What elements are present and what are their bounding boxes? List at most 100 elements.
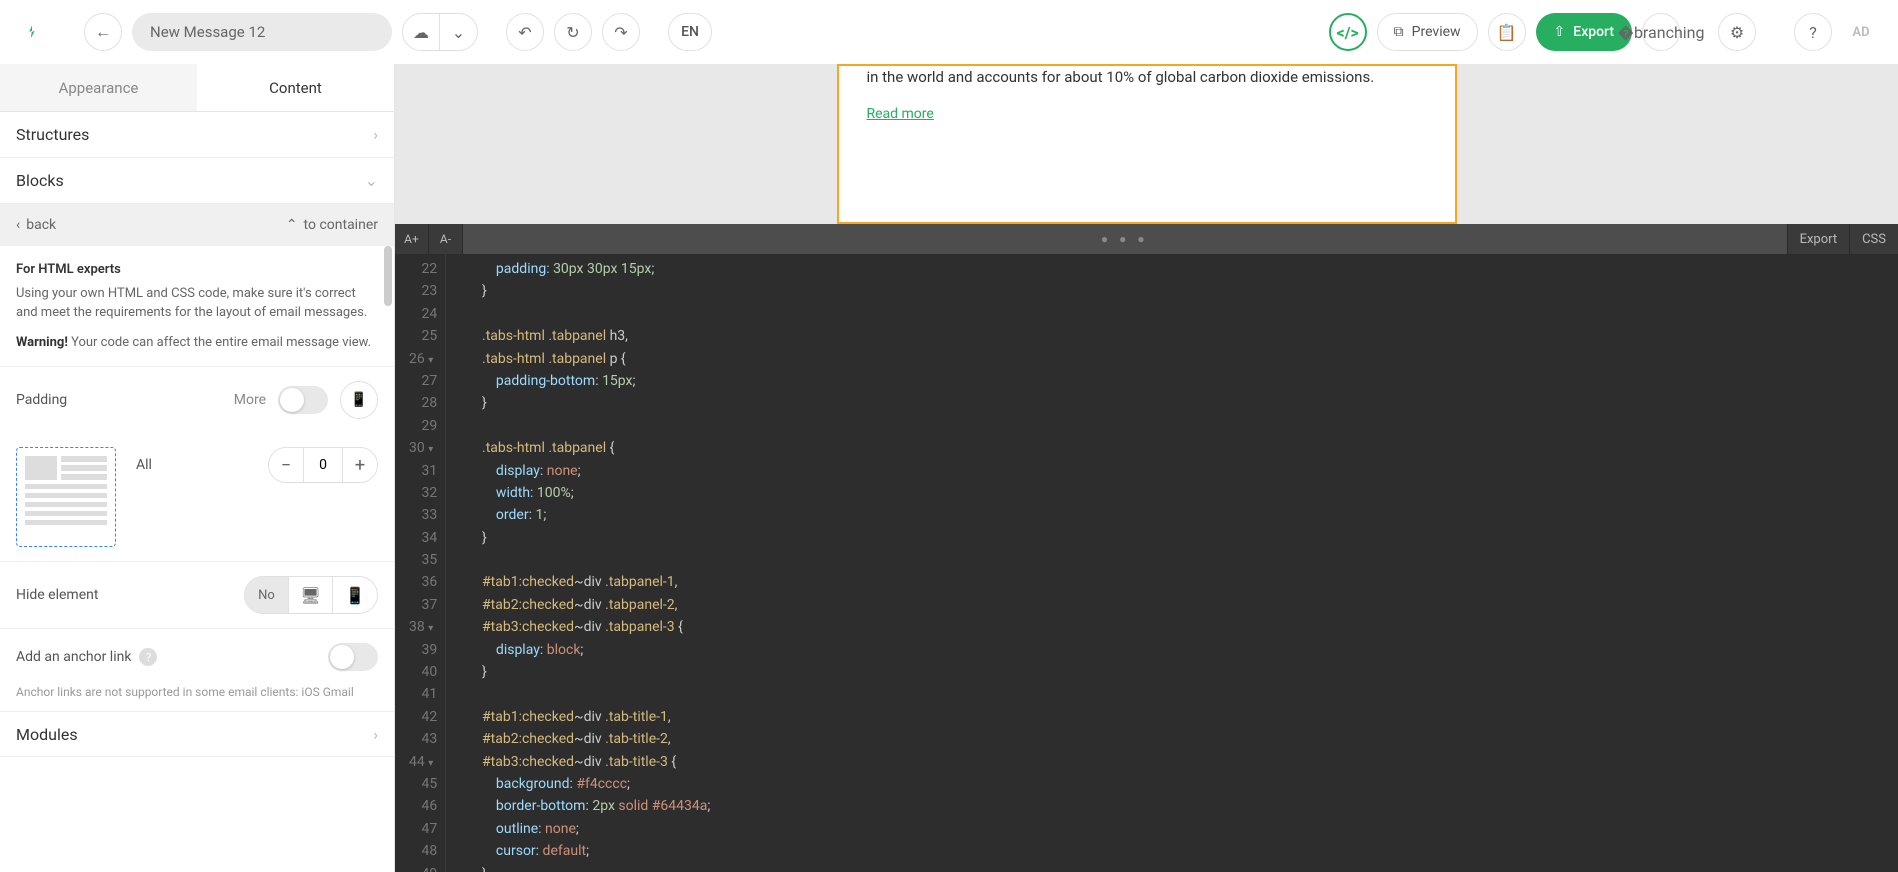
anchor-toggle[interactable] — [328, 643, 378, 671]
chevron-right-icon: › — [373, 125, 378, 144]
hide-desktop-button[interactable]: 🖥 — [289, 577, 333, 613]
ad-badge: AD — [1842, 13, 1880, 51]
language-button[interactable]: EN — [668, 13, 712, 51]
all-label: All — [136, 457, 152, 473]
redo-button[interactable]: ↷ — [602, 13, 640, 51]
font-decrease-button[interactable]: A- — [429, 224, 463, 254]
back-button[interactable]: ← — [84, 13, 122, 51]
export-label: Export — [1573, 24, 1614, 40]
blocks-label: Blocks — [16, 171, 64, 190]
export-icon: ⇧ — [1554, 24, 1566, 40]
line-gutter: 2223242526 ▾27282930 ▾3132333435363738 ▾… — [395, 254, 446, 872]
nav-back[interactable]: ‹ back — [16, 217, 56, 233]
hide-no-button[interactable]: No — [245, 577, 289, 613]
section-structures[interactable]: Structures › — [0, 112, 394, 158]
layout-preview — [16, 447, 116, 547]
nav-to-container[interactable]: ⌃ to container — [286, 217, 378, 233]
section-modules[interactable]: Modules › — [0, 711, 394, 757]
code-icon: </> — [1336, 23, 1358, 42]
more-label: More — [234, 392, 266, 408]
breadcrumb-nav: ‹ back ⌃ to container — [0, 204, 394, 246]
chevron-left-icon: ‹ — [16, 217, 20, 233]
read-more-link[interactable]: Read more — [867, 106, 934, 122]
back-label: back — [26, 217, 56, 233]
cloud-upload-button[interactable]: ☁ — [402, 13, 440, 51]
info-title: For HTML experts — [16, 260, 378, 280]
help-tooltip-icon[interactable]: ? — [139, 648, 157, 666]
modules-label: Modules — [16, 725, 78, 744]
warning-label: Warning! — [16, 335, 68, 350]
preview-label: Preview — [1412, 24, 1461, 40]
info-warning: Warning! Your code can affect the entire… — [16, 333, 378, 353]
editor-tab-css[interactable]: CSS — [1849, 224, 1898, 254]
tab-content[interactable]: Content — [197, 64, 394, 111]
share-button[interactable]: �branching — [1642, 13, 1680, 51]
cloud-group: ☁ ⌄ — [402, 13, 478, 51]
main-toolbar: ← ☁ ⌄ ↶ ↻ ↷ EN </> ⧉ Preview 📋 ⇧ Export … — [0, 0, 1898, 64]
help-icon: ? — [1809, 23, 1817, 42]
padding-label: Padding — [16, 392, 67, 408]
preview-button[interactable]: ⧉ Preview — [1377, 13, 1478, 51]
sidebar: Appearance Content Structures › Blocks ⌄… — [0, 64, 395, 872]
cloud-upload-icon: ☁ — [413, 23, 429, 42]
info-body: Using your own HTML and CSS code, make s… — [16, 284, 378, 323]
structures-label: Structures — [16, 125, 89, 144]
desktop-icon: 🖥 — [300, 586, 320, 605]
mobile-icon: 📱 — [350, 392, 367, 408]
padding-panel: All − + — [0, 433, 394, 562]
warning-text: Your code can affect the entire email me… — [68, 335, 371, 350]
chevron-down-icon: ⌄ — [365, 171, 378, 190]
devices-icon: ⧉ — [1394, 24, 1404, 40]
stepper-minus[interactable]: − — [269, 448, 303, 482]
cloud-dropdown-button[interactable]: ⌄ — [440, 13, 478, 51]
app-logo — [18, 18, 46, 46]
clipboard-icon: 📋 — [1497, 23, 1517, 42]
email-body-text: in the world and accounts for about 10% … — [867, 66, 1427, 89]
code-view-button[interactable]: </> — [1329, 13, 1367, 51]
anchor-row: Add an anchor link ? — [0, 629, 394, 685]
message-title-input[interactable] — [132, 13, 392, 51]
code-editor[interactable]: 2223242526 ▾27282930 ▾3132333435363738 ▾… — [395, 254, 1898, 872]
redo-icon: ↷ — [614, 23, 627, 42]
tab-appearance[interactable]: Appearance — [0, 64, 197, 111]
content-area: in the world and accounts for about 10% … — [395, 64, 1898, 872]
anchor-label: Add an anchor link — [16, 649, 131, 665]
share-icon: �branching — [1618, 23, 1705, 42]
code-content[interactable]: padding: 30px 30px 15px; } .tabs-html .t… — [446, 254, 1898, 872]
hide-mobile-button[interactable]: 📱 — [333, 577, 377, 613]
help-button[interactable]: ? — [1794, 13, 1832, 51]
mobile-icon: 📱 — [345, 586, 365, 605]
hide-label: Hide element — [16, 587, 98, 603]
sidebar-scrollbar[interactable] — [384, 246, 392, 306]
editor-drag-handle[interactable]: ● ● ● — [463, 232, 1787, 246]
history-icon: ↻ — [566, 23, 579, 42]
chevron-down-icon: ⌄ — [452, 23, 465, 42]
settings-button[interactable]: ⚙ — [1718, 13, 1756, 51]
gear-icon: ⚙ — [1730, 23, 1744, 42]
chevron-right-icon: › — [373, 725, 378, 744]
hide-element-row: Hide element No 🖥 📱 — [0, 562, 394, 629]
clipboard-button[interactable]: 📋 — [1488, 13, 1526, 51]
stepper-plus[interactable]: + — [343, 448, 377, 482]
undo-icon: ↶ — [518, 23, 531, 42]
to-container-label: to container — [304, 217, 378, 233]
section-blocks[interactable]: Blocks ⌄ — [0, 158, 394, 204]
padding-header: Padding More 📱 — [0, 367, 394, 433]
arrow-left-icon: ← — [95, 22, 111, 42]
hide-controls: No 🖥 📱 — [244, 576, 378, 614]
anchor-note: Anchor links are not supported in some e… — [0, 685, 394, 711]
padding-mobile-button[interactable]: 📱 — [340, 381, 378, 419]
sidebar-tabs: Appearance Content — [0, 64, 394, 112]
email-card[interactable]: in the world and accounts for about 10% … — [837, 64, 1457, 224]
undo-button[interactable]: ↶ — [506, 13, 544, 51]
padding-more-toggle[interactable] — [278, 386, 328, 414]
stepper-value[interactable] — [303, 448, 343, 482]
editor-toolbar: A+ A- ● ● ● Export CSS — [395, 224, 1898, 254]
html-expert-info: For HTML experts Using your own HTML and… — [0, 246, 394, 367]
history-button[interactable]: ↻ — [554, 13, 592, 51]
editor-tab-export[interactable]: Export — [1787, 224, 1850, 254]
padding-stepper: − + — [268, 447, 378, 483]
font-increase-button[interactable]: A+ — [395, 224, 429, 254]
chevron-up-icon: ⌃ — [286, 217, 298, 233]
email-preview: in the world and accounts for about 10% … — [395, 64, 1898, 224]
